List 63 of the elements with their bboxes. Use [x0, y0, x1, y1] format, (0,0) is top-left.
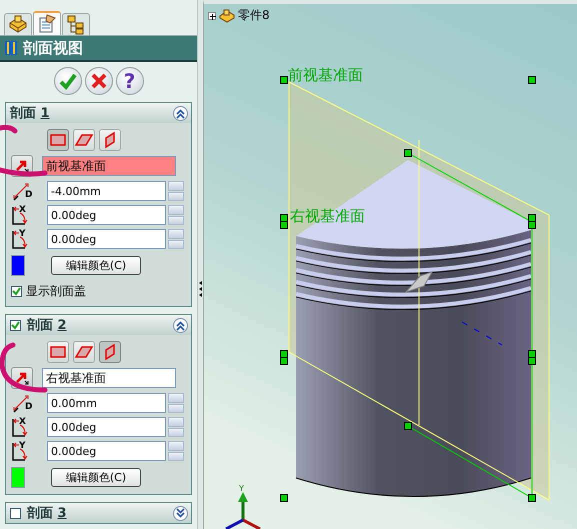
checkbox-label: 显示剖面盖	[26, 283, 86, 300]
section-title: 剖面 2	[27, 316, 68, 334]
right-plane-button[interactable]	[99, 129, 121, 151]
edit-color-button[interactable]: 编辑颜色(C)	[51, 468, 141, 487]
show-cap-checkbox[interactable]	[11, 286, 22, 297]
checkmark-icon	[12, 287, 21, 296]
reference-plane-field[interactable]: 前视基准面	[42, 156, 176, 176]
front-plane-button[interactable]	[47, 341, 69, 363]
section-checkbox[interactable]	[10, 320, 21, 330]
offset-distance-icon	[11, 181, 31, 201]
section-title: 剖面 3	[27, 504, 68, 522]
chevron-up-icon	[175, 320, 186, 330]
top-plane-button[interactable]	[73, 129, 95, 151]
arrows-icon	[14, 370, 30, 386]
offset-field[interactable]: -4.00mm	[47, 181, 166, 201]
tab[interactable]	[33, 11, 61, 35]
collapse-button[interactable]	[173, 106, 188, 120]
section-title: 剖面 1	[10, 104, 51, 122]
axis-triad-icon	[225, 492, 261, 529]
tab[interactable]	[4, 13, 32, 35]
plane-label: 前视基准面	[288, 66, 363, 85]
section-view-icon	[3, 39, 19, 57]
check-icon	[58, 71, 78, 91]
collapse-button[interactable]	[173, 318, 188, 332]
panel-title: 剖面视图	[23, 38, 83, 58]
rotate-field[interactable]: 0.00deg	[47, 205, 166, 225]
reference-plane-field[interactable]: 右视基准面	[42, 368, 176, 388]
annotation-stroke	[0, 342, 48, 392]
axis-label: Y	[239, 484, 244, 493]
axis-letter: X	[19, 418, 26, 427]
splitter-arrows-icon[interactable]	[198, 280, 203, 298]
chevron-up-icon	[175, 108, 186, 118]
offset-distance-icon	[11, 393, 31, 413]
section-checkbox[interactable]	[10, 508, 21, 518]
right-plane-button[interactable]	[99, 341, 121, 363]
axis-letter: Y	[19, 442, 26, 451]
annotation-stroke	[0, 168, 48, 176]
cancel-button[interactable]	[84, 67, 112, 95]
top-plane-button[interactable]	[73, 341, 95, 363]
axis-letter: X	[19, 206, 26, 215]
annotation-stroke	[0, 124, 18, 134]
plane-label: 右视基准面	[290, 207, 365, 226]
cross-icon	[88, 71, 108, 91]
tree-item-label[interactable]: 零件8	[238, 7, 270, 24]
rotate-field[interactable]: 0.00deg	[47, 229, 166, 249]
axis-letter: D	[25, 191, 32, 200]
help-button[interactable]: ?	[116, 67, 144, 95]
checkmark-icon	[11, 320, 20, 330]
front-plane-button[interactable]	[47, 129, 69, 151]
expand-toggle[interactable]	[208, 12, 216, 20]
arrows-icon	[14, 158, 30, 174]
ok-button[interactable]	[54, 67, 82, 95]
axis-letter: Y	[19, 230, 26, 239]
axis-letter: D	[25, 403, 32, 412]
collapse-button[interactable]	[173, 506, 188, 520]
offset-field[interactable]: 0.00mm	[47, 393, 166, 413]
rotate-field[interactable]: 0.00deg	[47, 417, 166, 437]
tab[interactable]	[62, 13, 90, 35]
edit-color-button[interactable]: 编辑颜色(C)	[51, 256, 141, 275]
rotate-field[interactable]: 0.00deg	[47, 441, 166, 461]
chevron-down-icon	[175, 508, 186, 518]
part-icon	[219, 8, 235, 22]
feature-tab-icon	[7, 14, 29, 36]
